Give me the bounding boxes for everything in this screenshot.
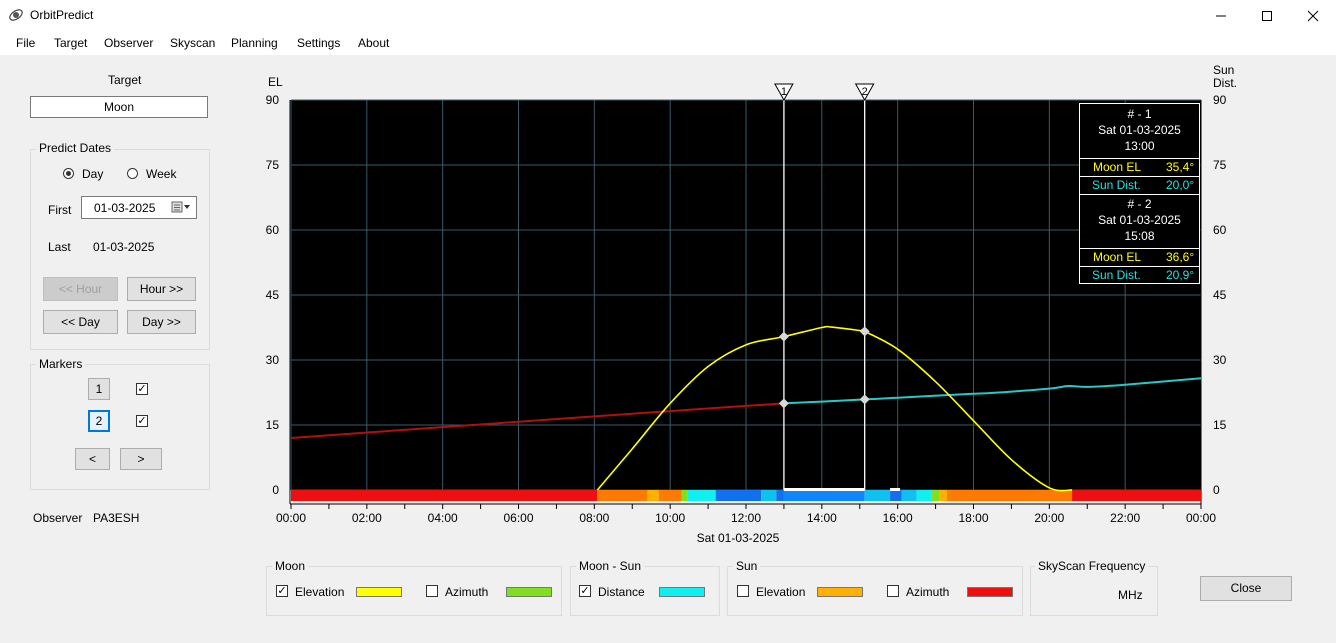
moon-elevation-checkbox[interactable]: ✓ xyxy=(276,585,288,597)
position-strip-segment xyxy=(901,490,917,501)
right-axis-title: Sun xyxy=(1213,63,1234,77)
close-button[interactable]: Close xyxy=(1200,576,1292,601)
moon-azimuth-label: Azimuth xyxy=(445,585,489,599)
sun-azimuth-label: Azimuth xyxy=(906,585,950,599)
marker-2-time: 15:08 xyxy=(1124,229,1155,243)
sun-azimuth-checkbox[interactable] xyxy=(887,585,899,597)
y-tick-label-right: 15 xyxy=(1213,418,1227,432)
moon-elevation-swatch[interactable] xyxy=(356,587,402,597)
position-strip-segment xyxy=(939,490,947,501)
y-tick-label-right: 45 xyxy=(1213,288,1227,302)
position-strip-segment xyxy=(946,490,1073,501)
y-tick-label-left: 45 xyxy=(266,288,280,302)
position-strip-segment xyxy=(687,490,716,501)
marker-1-moon-label: Moon EL xyxy=(1093,160,1142,174)
sun-azimuth-swatch[interactable] xyxy=(967,587,1013,597)
y-tick-label-left: 30 xyxy=(266,353,280,367)
marker-1-moon-value: 35,4° xyxy=(1166,160,1195,174)
sun-elevation-swatch[interactable] xyxy=(817,587,863,597)
x-tick-label: 00:00 xyxy=(276,511,306,525)
sun-legend-label: Sun xyxy=(733,559,761,573)
selection-band xyxy=(783,488,865,491)
sun-elevation-checkbox[interactable] xyxy=(737,585,749,597)
distance-checkbox[interactable]: ✓ xyxy=(579,585,591,597)
moon-sun-legend-label: Moon - Sun xyxy=(576,559,645,573)
y-tick-label-right: 75 xyxy=(1213,158,1227,172)
y-tick-label-left: 90 xyxy=(266,93,280,107)
y-tick-label-right: 30 xyxy=(1213,353,1227,367)
position-strip-segment xyxy=(1072,490,1201,501)
moon-azimuth-checkbox[interactable] xyxy=(426,585,438,597)
position-strip-segment xyxy=(658,490,682,501)
x-tick-label: 20:00 xyxy=(1034,511,1064,525)
right-axis-title-2: Dist. xyxy=(1213,76,1237,90)
position-strip-segment xyxy=(715,490,762,501)
position-strip-segment xyxy=(291,490,598,501)
y-tick-label-left: 0 xyxy=(272,483,279,497)
x-tick-label: 16:00 xyxy=(883,511,913,525)
y-tick-label-left: 75 xyxy=(266,158,280,172)
position-strip-segment xyxy=(916,490,932,501)
marker-1-handle-label: 1 xyxy=(781,86,787,98)
left-axis-title: EL xyxy=(268,75,283,89)
mhz-label: MHz xyxy=(1118,588,1143,602)
marker-1-sun-value: 20,0° xyxy=(1166,178,1195,192)
x-date-label: Sat 01-03-2025 xyxy=(697,531,780,545)
y-tick-label-right: 0 xyxy=(1213,483,1220,497)
moon-azimuth-swatch[interactable] xyxy=(506,587,552,597)
marker-1-time: 13:00 xyxy=(1124,139,1155,153)
x-tick-label: 18:00 xyxy=(958,511,988,525)
marker-2-moon-value: 36,6° xyxy=(1166,250,1195,264)
x-tick-label: 08:00 xyxy=(579,511,609,525)
marker-2-handle-label: 2 xyxy=(862,86,868,98)
moon-legend-label: Moon xyxy=(272,559,309,573)
position-strip-segment xyxy=(647,490,659,501)
position-strip-segment xyxy=(597,490,648,501)
x-tick-label: 22:00 xyxy=(1110,511,1140,525)
x-tick-label: 04:00 xyxy=(428,511,458,525)
marker-1-date: Sat 01-03-2025 xyxy=(1098,123,1181,137)
position-strip-segment xyxy=(890,490,902,501)
distance-swatch[interactable] xyxy=(659,587,705,597)
selection-band xyxy=(890,488,901,491)
y-tick-label-left: 15 xyxy=(266,418,280,432)
position-strip-segment xyxy=(931,490,940,501)
marker-2-sun-label: Sun Dist. xyxy=(1092,268,1141,282)
x-tick-label: 10:00 xyxy=(655,511,685,525)
x-tick-label: 12:00 xyxy=(731,511,761,525)
position-strip-segment xyxy=(864,490,891,501)
distance-label: Distance xyxy=(598,585,645,599)
marker-1-sun-label: Sun Dist. xyxy=(1092,178,1141,192)
position-strip-segment xyxy=(681,490,688,501)
x-tick-label: 02:00 xyxy=(352,511,382,525)
sun-elevation-label: Elevation xyxy=(756,585,806,599)
marker-2-moon-label: Moon EL xyxy=(1093,250,1142,264)
marker-info-box: # - 1 Sat 01-03-2025 13:00 Moon EL 35,4°… xyxy=(1079,103,1200,284)
marker-2-header: # - 2 xyxy=(1127,197,1152,211)
x-tick-label: 06:00 xyxy=(503,511,533,525)
marker-1-header: # - 1 xyxy=(1127,107,1152,121)
x-tick-label: 14:00 xyxy=(807,511,837,525)
position-strip-segment xyxy=(783,490,865,501)
position-strip-segment xyxy=(776,490,784,501)
marker-2-sun-value: 20,9° xyxy=(1166,268,1195,282)
marker-2-date: Sat 01-03-2025 xyxy=(1098,213,1181,227)
skyscan-label: SkyScan Frequency xyxy=(1035,559,1149,573)
x-tick-label: 00:00 xyxy=(1186,511,1216,525)
moon-elevation-label: Elevation xyxy=(295,585,345,599)
y-tick-label-right: 60 xyxy=(1213,223,1227,237)
y-tick-label-right: 90 xyxy=(1213,93,1227,107)
position-strip-segment xyxy=(761,490,777,501)
y-tick-label-left: 60 xyxy=(266,223,280,237)
